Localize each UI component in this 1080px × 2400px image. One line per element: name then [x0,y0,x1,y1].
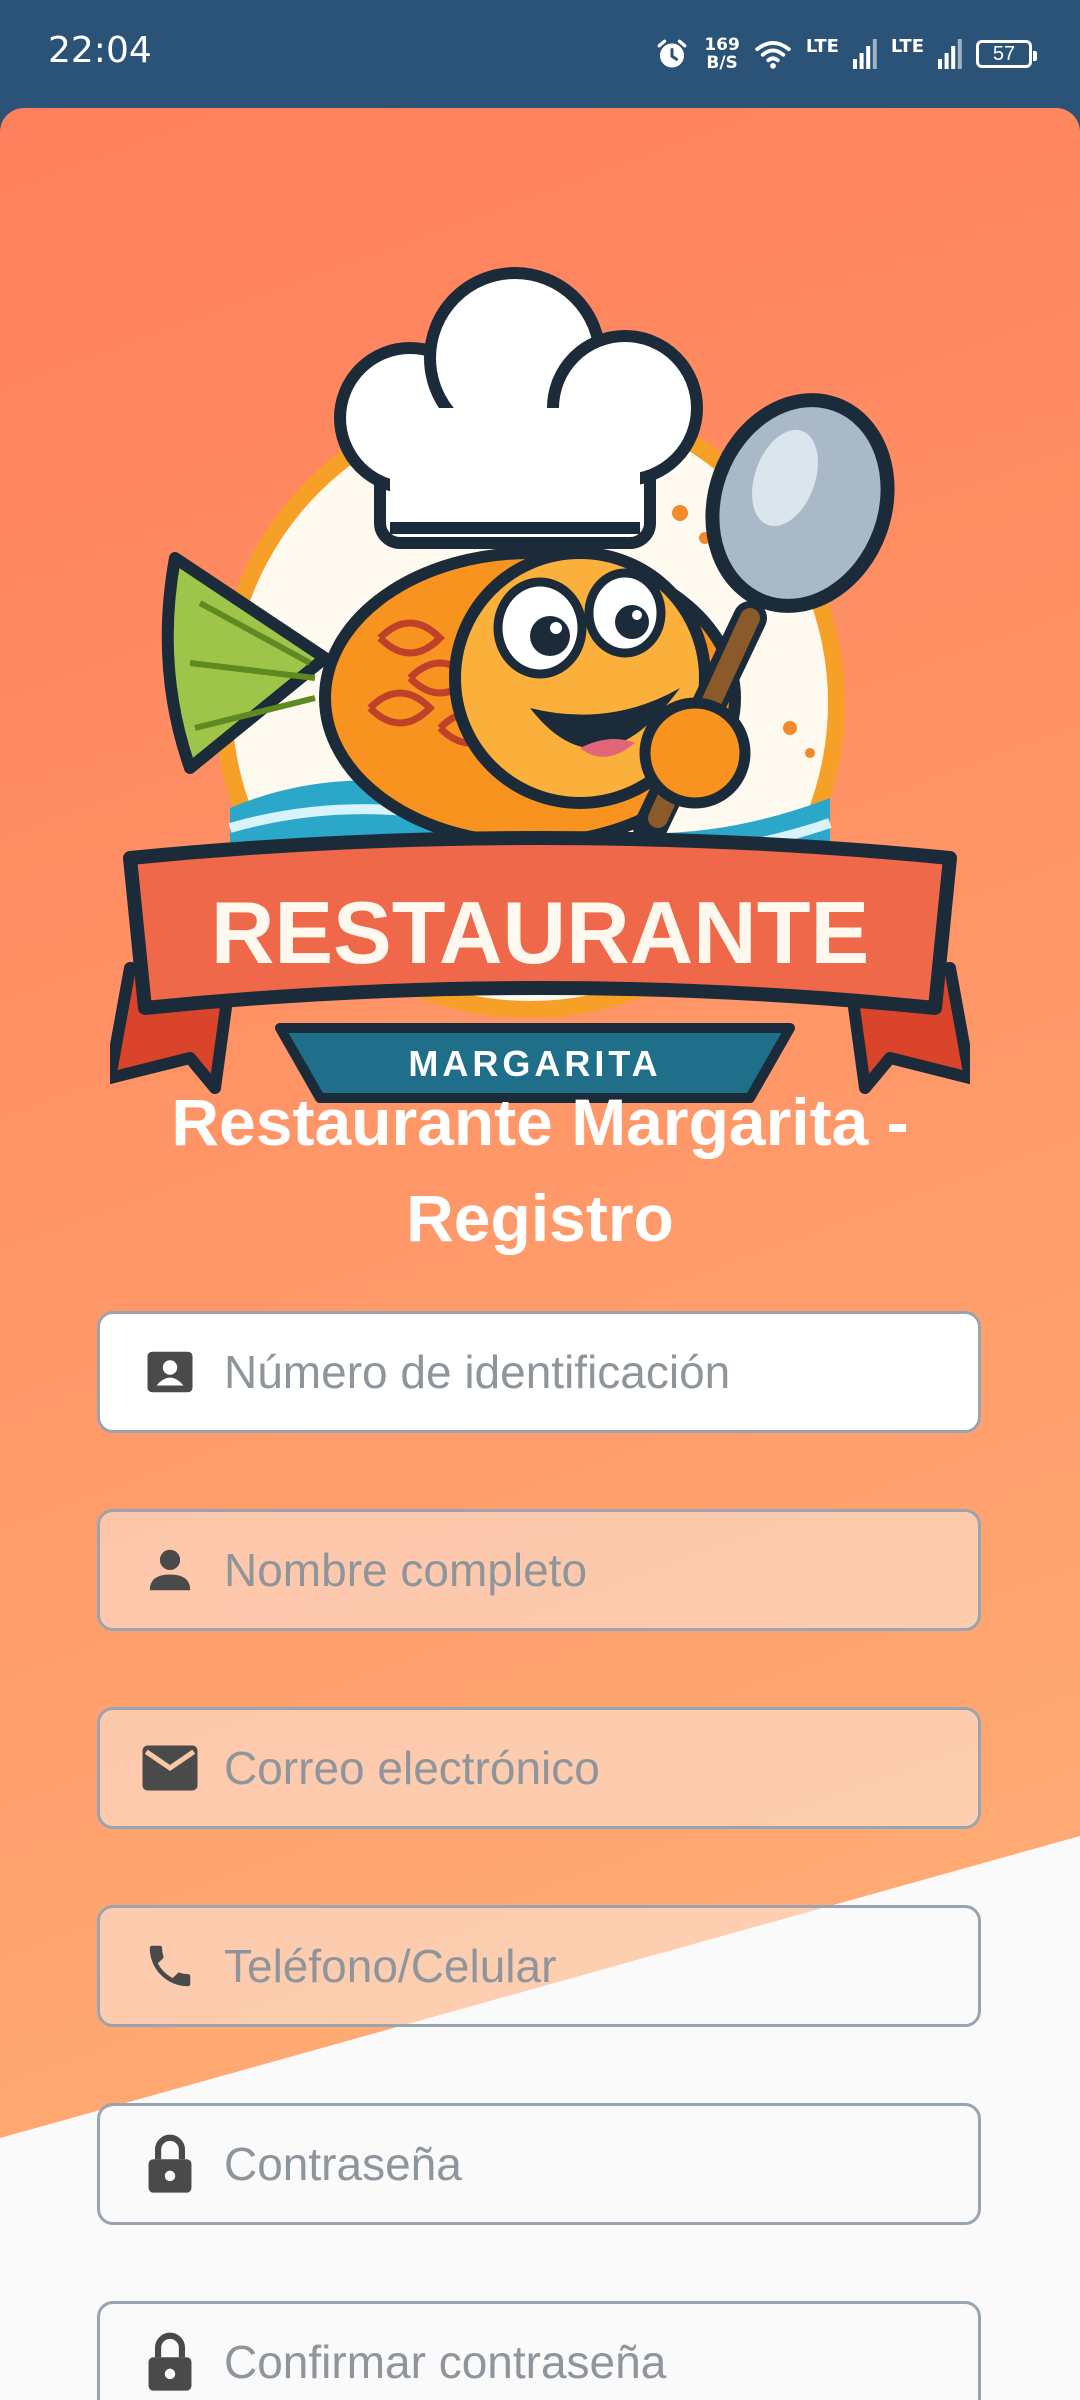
badge-icon [140,1342,200,1402]
password-field[interactable] [97,2103,981,2225]
network-speed: 169 B/S [704,36,740,72]
lte-label-2: LTE [890,35,924,57]
id-number-field[interactable] [97,1311,981,1433]
logo-banner-text: RESTAURANTE [211,883,869,982]
person-icon [140,1540,200,1600]
alarm-icon [657,39,687,68]
phone-icon [140,1936,200,1996]
network-speed-value: 169 [704,35,740,55]
mail-icon [140,1738,200,1798]
network-speed-unit: B/S [706,53,738,73]
restaurant-logo: RESTAURANTE MARGARITA [110,267,970,1103]
password-input[interactable] [222,2136,926,2192]
page-title: Restaurante Margarita - Registro [60,1074,1020,1266]
signal-icon-1 [852,39,877,69]
phone-field[interactable] [97,1905,981,2027]
full-name-field[interactable] [97,1509,981,1631]
lock-icon [140,2134,200,2194]
email-input[interactable] [222,1740,926,1796]
lock-icon [140,2332,200,2392]
lte-label-1: LTE [805,35,839,57]
status-time: 22:04 [48,30,152,71]
signal-icon-2 [938,39,962,69]
status-bar: 22:04 169 B/S LTE LTE 57 [0,0,1080,108]
wifi-icon [755,41,791,69]
registration-card: RESTAURANTE MARGARITA Restaurante Margar… [0,108,1080,2400]
confirm-password-field[interactable] [97,2301,981,2400]
confirm-password-input[interactable] [222,2334,926,2390]
page-title-line2: Registro [406,1181,674,1255]
email-field[interactable] [97,1707,981,1829]
status-icons: 169 B/S LTE LTE 57 [654,28,1037,80]
phone-input[interactable] [222,1938,926,1994]
battery-indicator: 57 [976,40,1037,68]
id-number-input[interactable] [222,1344,926,1400]
page-title-line1: Restaurante Margarita - [171,1085,909,1159]
full-name-input[interactable] [222,1542,926,1598]
